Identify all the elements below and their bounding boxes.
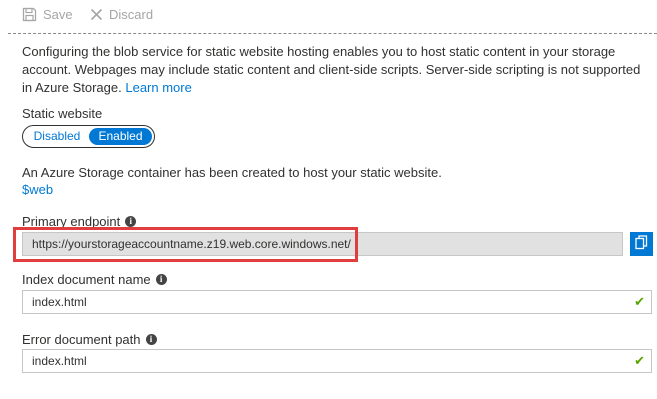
static-website-toggle: Disabled Enabled [22,125,155,148]
command-bar: Save Discard [0,0,657,34]
learn-more-link[interactable]: Learn more [125,80,191,95]
container-info-text: An Azure Storage container has been crea… [22,165,442,180]
save-icon [22,7,37,22]
index-document-value: index.html [32,295,87,309]
endpoint-highlight-box [13,227,358,262]
checkmark-icon: ✔ [634,294,645,309]
index-document-label-text: Index document name [22,272,151,287]
info-icon[interactable]: i [145,334,157,345]
description-text: Configuring the blob service for static … [22,44,641,95]
static-website-label: Static website [22,106,102,121]
static-website-label-text: Static website [22,106,103,121]
discard-button[interactable]: Discard [90,7,153,22]
close-icon [90,8,103,21]
save-label: Save [43,7,73,22]
toggle-disabled-option[interactable]: Disabled [25,128,89,145]
error-document-label-text: Error document path [22,332,141,347]
info-icon[interactable]: i [125,216,137,227]
discard-label: Discard [109,7,154,22]
toggle-enabled-option[interactable]: Enabled [89,128,152,145]
error-document-value: index.html [32,354,87,368]
copy-to-clipboard-button[interactable] [630,232,653,256]
error-document-input[interactable]: index.html ✔ [22,349,652,373]
description: Configuring the blob service for static … [22,43,652,97]
web-container-link[interactable]: $web [22,182,53,197]
error-document-label: Error document path i [22,332,157,347]
index-document-input[interactable]: index.html ✔ [22,290,652,314]
index-document-label: Index document name i [22,272,167,287]
copy-icon [635,235,648,253]
info-icon[interactable]: i [155,274,167,285]
checkmark-icon: ✔ [634,353,645,368]
toolbar-divider [8,33,657,34]
save-button[interactable]: Save [22,7,73,22]
